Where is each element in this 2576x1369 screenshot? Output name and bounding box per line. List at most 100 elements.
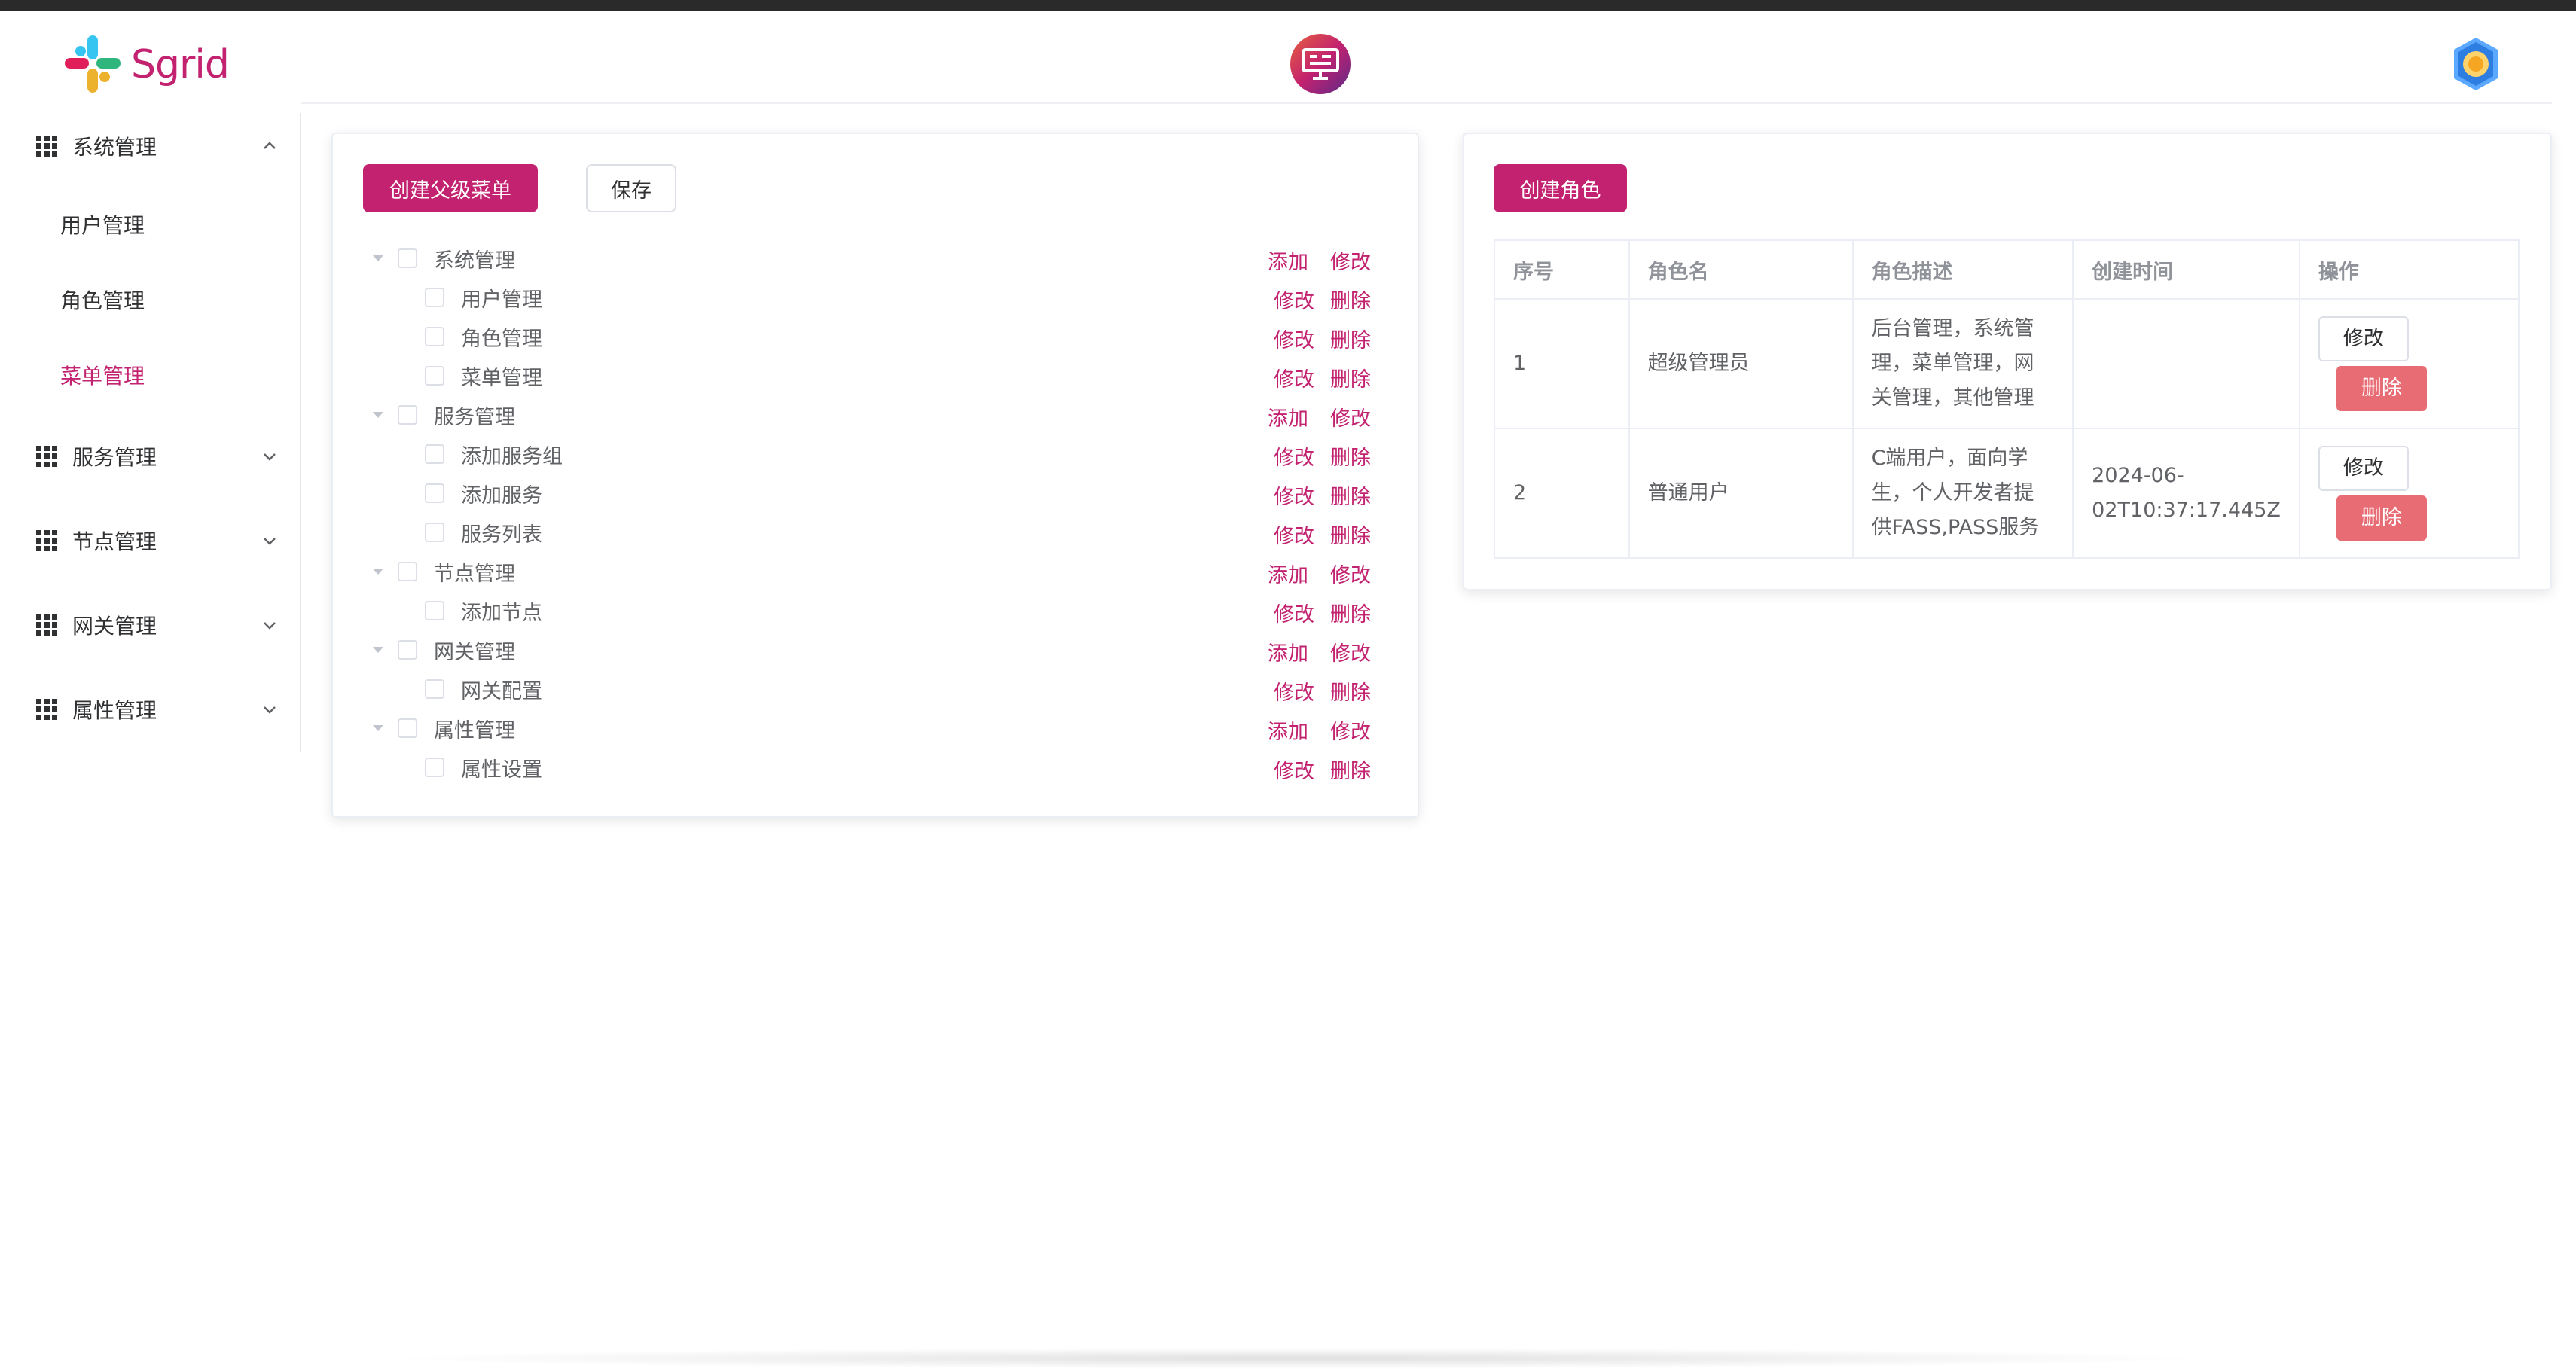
role-desc: 后台管理，系统管 理，菜单管理，网 关管理，其他管理: [1851, 298, 2074, 429]
tree-delete-link[interactable]: 删除: [1330, 676, 1371, 706]
sidebar-item-roles[interactable]: 角色管理: [60, 277, 145, 322]
tree-checkbox[interactable]: [425, 327, 444, 346]
tree-edit-link[interactable]: 修改: [1330, 245, 1371, 275]
sidebar-group-label: 系统管理: [72, 135, 157, 160]
tree-checkbox[interactable]: [425, 523, 444, 542]
tree-node-parent[interactable]: 网关管理: [372, 631, 515, 669]
sidebar-item-users[interactable]: 用户管理: [60, 202, 145, 247]
tree-edit-link[interactable]: 修改: [1330, 402, 1371, 431]
user-avatar-icon[interactable]: [2448, 36, 2504, 92]
tree-delete-link[interactable]: 删除: [1330, 598, 1371, 627]
chevron-down-icon: [264, 706, 276, 714]
tree-checkbox[interactable]: [398, 562, 417, 581]
tree-add-link[interactable]: 添加: [1268, 715, 1308, 745]
role-desc-line: 理，菜单管理，网: [1871, 352, 2034, 375]
tree-checkbox[interactable]: [425, 366, 444, 386]
caret-down-icon[interactable]: [372, 722, 384, 734]
header-divider: [301, 102, 2552, 104]
tree-node-child[interactable]: 添加节点: [425, 592, 542, 630]
tree-edit-link[interactable]: 修改: [1274, 285, 1314, 314]
tree-node-label: 属性管理: [434, 718, 515, 742]
caret-down-icon[interactable]: [372, 566, 384, 578]
edit-role-button[interactable]: 修改: [2318, 446, 2409, 491]
tree-edit-link[interactable]: 修改: [1330, 559, 1371, 588]
sidebar-group-property[interactable]: 属性管理: [36, 679, 277, 739]
edit-role-button[interactable]: 修改: [2318, 316, 2409, 361]
presentation-app-icon[interactable]: [1290, 34, 1351, 94]
tree-checkbox[interactable]: [425, 444, 444, 464]
tree-node-parent[interactable]: 节点管理: [372, 553, 515, 590]
tree-node-label: 角色管理: [461, 327, 542, 351]
tree-delete-link[interactable]: 删除: [1330, 755, 1371, 784]
tree-edit-link[interactable]: 修改: [1274, 324, 1314, 353]
tree-node-parent[interactable]: 服务管理: [372, 396, 515, 434]
tree-add-link[interactable]: 添加: [1268, 402, 1308, 431]
tree-edit-link[interactable]: 修改: [1330, 715, 1371, 745]
chevron-up-icon: [264, 142, 276, 149]
tree-checkbox[interactable]: [425, 601, 444, 620]
tree-node-child[interactable]: 角色管理: [425, 318, 542, 355]
column-header-desc: 角色描述: [1851, 239, 2074, 300]
tree-checkbox[interactable]: [425, 758, 444, 777]
create-role-button[interactable]: 创建角色: [1494, 164, 1627, 212]
tree-add-link[interactable]: 添加: [1268, 245, 1308, 275]
tree-node-label: 系统管理: [434, 248, 515, 273]
tree-edit-link[interactable]: 修改: [1274, 441, 1314, 471]
tree-delete-link[interactable]: 删除: [1330, 441, 1371, 471]
tree-checkbox[interactable]: [398, 718, 417, 738]
grid-icon: [36, 530, 57, 551]
tree-node-parent[interactable]: 系统管理: [372, 239, 515, 277]
tree-checkbox[interactable]: [398, 640, 417, 660]
grid-icon: [36, 699, 57, 720]
tree-node-child[interactable]: 添加服务: [425, 474, 542, 512]
sidebar-group-label: 服务管理: [72, 445, 157, 470]
tree-edit-link[interactable]: 修改: [1274, 520, 1314, 549]
tree-checkbox[interactable]: [425, 483, 444, 503]
tree-edit-link[interactable]: 修改: [1330, 637, 1371, 666]
tree-node-child[interactable]: 添加服务组: [425, 435, 563, 473]
role-desc-line: 生，个人开发者提: [1871, 481, 2034, 505]
tree-node-child[interactable]: 服务列表: [425, 514, 542, 551]
tree-add-link[interactable]: 添加: [1268, 637, 1308, 666]
tree-edit-link[interactable]: 修改: [1274, 755, 1314, 784]
column-header-index: 序号: [1494, 239, 1630, 300]
tree-delete-link[interactable]: 删除: [1330, 363, 1371, 392]
delete-role-button[interactable]: 删除: [2336, 495, 2427, 541]
sidebar-group-label: 网关管理: [72, 614, 157, 639]
save-button[interactable]: 保存: [586, 164, 676, 212]
tree-checkbox[interactable]: [425, 679, 444, 699]
sidebar-group-service[interactable]: 服务管理: [36, 426, 277, 486]
tree-delete-link[interactable]: 删除: [1330, 324, 1371, 353]
grid-icon: [36, 614, 57, 636]
column-header-ops: 操作: [2298, 239, 2520, 300]
sidebar-item-menus[interactable]: 菜单管理: [60, 352, 145, 398]
tree-checkbox[interactable]: [398, 248, 417, 268]
tree-edit-link[interactable]: 修改: [1274, 363, 1314, 392]
tree-checkbox[interactable]: [398, 405, 417, 425]
sidebar-group-node[interactable]: 节点管理: [36, 511, 277, 571]
role-table: 序号 角色名 角色描述 创建时间 操作 1 超级管理员 后台管理，系统管 理，菜…: [1494, 239, 2520, 559]
tree-node-child[interactable]: 网关配置: [425, 670, 542, 708]
slack-like-logo-icon: [65, 35, 121, 94]
tree-edit-link[interactable]: 修改: [1274, 598, 1314, 627]
create-parent-menu-button[interactable]: 创建父级菜单: [363, 164, 538, 212]
tree-node-child[interactable]: 属性设置: [425, 749, 542, 786]
tree-edit-link[interactable]: 修改: [1274, 676, 1314, 706]
tree-delete-link[interactable]: 删除: [1330, 480, 1371, 510]
tree-delete-link[interactable]: 删除: [1330, 285, 1371, 314]
tree-node-parent[interactable]: 属性管理: [372, 709, 515, 747]
tree-delete-link[interactable]: 删除: [1330, 520, 1371, 549]
sidebar-group-system[interactable]: 系统管理: [36, 116, 277, 176]
tree-edit-link[interactable]: 修改: [1274, 480, 1314, 510]
delete-role-button[interactable]: 删除: [2336, 366, 2427, 411]
app-logo[interactable]: Sgrid: [65, 33, 230, 96]
tree-checkbox[interactable]: [425, 288, 444, 307]
caret-down-icon[interactable]: [372, 409, 384, 421]
tree-add-link[interactable]: 添加: [1268, 559, 1308, 588]
caret-down-icon[interactable]: [372, 252, 384, 264]
sidebar-group-gateway[interactable]: 网关管理: [36, 595, 277, 655]
caret-down-icon[interactable]: [372, 644, 384, 656]
tree-node-child[interactable]: 菜单管理: [425, 357, 542, 395]
column-header-time: 创建时间: [2072, 239, 2300, 300]
tree-node-child[interactable]: 用户管理: [425, 279, 542, 316]
